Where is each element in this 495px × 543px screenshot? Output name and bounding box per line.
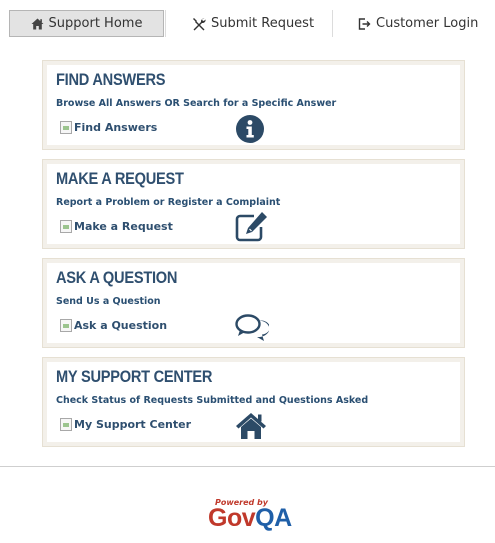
card-body: ASK A QUESTION Send Us a Question Ask a … (47, 263, 460, 343)
find-answers-card: FIND ANSWERS Browse All Answers OR Searc… (42, 60, 465, 150)
footer-divider (0, 466, 495, 467)
brand-name: GovQA (208, 504, 292, 533)
card-body: FIND ANSWERS Browse All Answers OR Searc… (47, 65, 460, 145)
support-center-card: MY SUPPORT CENTER Check Status of Reques… (42, 357, 465, 447)
card-subtitle: Browse All Answers OR Search for a Speci… (56, 98, 337, 109)
card-body: MY SUPPORT CENTER Check Status of Reques… (47, 362, 460, 442)
customer-login-tab[interactable]: Customer Login (358, 10, 478, 37)
broken-image-icon (60, 319, 72, 332)
card-body: MAKE A REQUEST Report a Problem or Regis… (47, 164, 460, 244)
govqa-logo: Powered by GovQA (208, 498, 300, 532)
card-link-label: Make a Request (74, 220, 173, 233)
brand-qa: QA (255, 504, 292, 532)
submit-request-tab[interactable]: Submit Request (192, 10, 314, 37)
card-link-label: My Support Center (74, 418, 192, 431)
support-home-label: Support Home (48, 16, 143, 31)
card-title: FIND ANSWERS (56, 70, 166, 89)
top-nav: Support Home Submit Request Customer Log… (0, 0, 495, 46)
support-home-tab[interactable]: Support Home (9, 10, 164, 37)
support-center-link[interactable]: My Support Center (60, 418, 191, 431)
nav-divider (165, 10, 166, 37)
card-link-label: Ask a Question (74, 319, 168, 332)
login-icon (358, 17, 371, 30)
nav-divider (332, 10, 333, 37)
card-title: MAKE A REQUEST (56, 169, 184, 188)
broken-image-icon (60, 418, 72, 431)
ask-question-card: ASK A QUESTION Send Us a Question Ask a … (42, 258, 465, 348)
chat-icon[interactable] (235, 313, 270, 343)
card-title: MY SUPPORT CENTER (56, 367, 213, 386)
submit-request-label: Submit Request (211, 16, 315, 31)
home-icon (31, 18, 44, 30)
home-icon[interactable] (235, 412, 267, 440)
edit-icon[interactable] (235, 210, 269, 242)
broken-image-icon (60, 220, 72, 233)
info-icon[interactable] (235, 114, 265, 144)
brand-gov: Gov (208, 504, 256, 532)
make-request-card: MAKE A REQUEST Report a Problem or Regis… (42, 159, 465, 249)
customer-login-label: Customer Login (376, 16, 479, 31)
card-subtitle: Send Us a Question (56, 296, 161, 307)
broken-image-icon (60, 121, 72, 134)
ask-question-link[interactable]: Ask a Question (60, 319, 167, 332)
card-subtitle: Report a Problem or Register a Complaint (56, 197, 281, 208)
card-subtitle: Check Status of Requests Submitted and Q… (56, 395, 369, 406)
find-answers-link[interactable]: Find Answers (60, 121, 157, 134)
tools-icon (192, 17, 206, 31)
card-title: ASK A QUESTION (56, 268, 178, 287)
make-request-link[interactable]: Make a Request (60, 220, 173, 233)
card-link-label: Find Answers (74, 121, 158, 134)
